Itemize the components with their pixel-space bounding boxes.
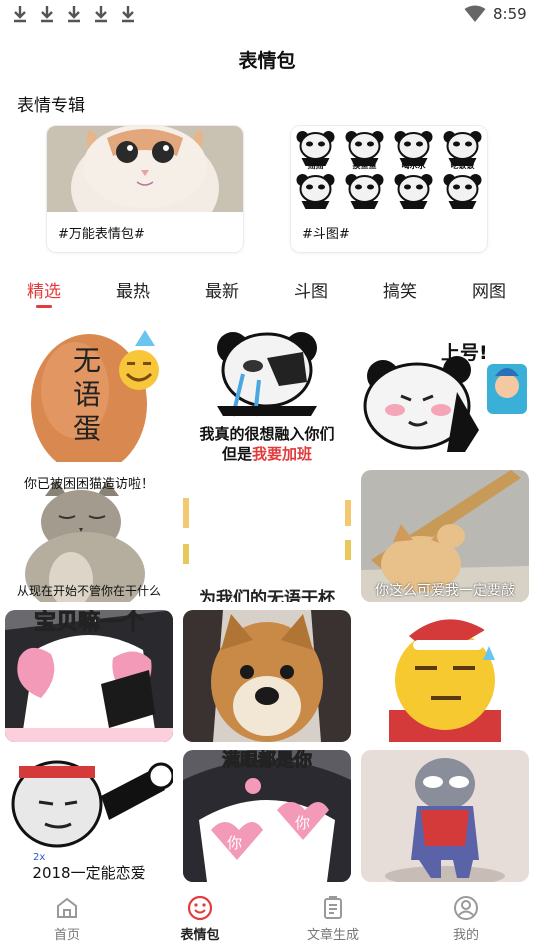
nav-label: 文章生成 [306, 928, 359, 943]
nav-label: 表情包 [180, 928, 220, 943]
sticker-speechless-egg[interactable]: 无语蛋 [5, 330, 173, 462]
sticker-caption: 2018一定能恋爱 [32, 864, 146, 882]
section-title-albums: 表情专辑 [17, 96, 85, 116]
sticker-cheers[interactable]: 为我们的无语干杯 [183, 470, 351, 602]
sticker-2018-love[interactable]: 2x 2018一定能恋爱 [5, 750, 173, 882]
tab-funny[interactable]: 搞笑 [370, 277, 430, 302]
status-bar: 8:59 [0, 0, 534, 30]
mini-panda-label: 摇摇 [308, 160, 324, 170]
sticker-ultraman[interactable] [361, 750, 529, 882]
nav-label: 我的 [452, 928, 479, 943]
tab-hottest[interactable]: 最热 [103, 277, 163, 302]
sticker-want-to-fit-in[interactable]: 我真的很想融入你们 但是我要加班 [183, 330, 351, 462]
egg-caption: 无语蛋 [73, 344, 102, 445]
sticker-caption-line2: 但是我要加班 [183, 443, 351, 462]
tab-indicator [36, 305, 52, 308]
ultraman-image [361, 750, 529, 882]
album-cover-panda-grid: 摇摇 摸鱼鱼 喝水水 吃饭饭 [291, 126, 487, 212]
album-card-universal[interactable]: #万能表情包# [47, 126, 243, 252]
download-icon [41, 6, 53, 23]
download-icon [95, 6, 107, 23]
nav-profile[interactable]: 我的 [416, 895, 516, 943]
document-icon [324, 896, 342, 919]
tab-newest[interactable]: 最新 [192, 277, 252, 302]
album-label: #斗图# [302, 227, 350, 242]
album-card-doutu[interactable]: 摇摇 摸鱼鱼 喝水水 吃饭饭 #斗图# [291, 126, 487, 252]
sticker-caption-top: 你已被困困猫造访啦！ [23, 477, 154, 492]
sticker-caption-top: 宝贝嘛一个 [33, 610, 144, 636]
album-cover-cat [47, 126, 243, 212]
nav-label: 首页 [53, 928, 80, 943]
nav-stickers[interactable]: 表情包 [150, 895, 250, 943]
home-icon [57, 897, 77, 918]
sticker-caption: 你这么可爱我一定要敲 [375, 583, 515, 599]
wifi-icon [464, 5, 486, 22]
heart-text: 你 [227, 834, 243, 852]
sticker-caption: 上号! [441, 342, 488, 364]
mini-panda-label: 摸鱼鱼 [353, 160, 377, 170]
sticker-kuromi-kiss[interactable]: 宝贝嘛一个 [5, 610, 173, 742]
download-icon [68, 6, 80, 23]
tab-featured[interactable]: 精选 [14, 277, 74, 302]
category-tabs: 精选 最热 最新 斗图 搞笑 网图 [0, 277, 534, 307]
bottom-nav: 首页 表情包 文章生成 我的 [0, 885, 534, 949]
sticker-caption-bottom: 为我们的无语干杯 [199, 589, 335, 602]
christmas-emoji-image [361, 610, 529, 742]
sticker-eyes-full-of-you[interactable]: 满眼都是你 你 你 [183, 750, 351, 882]
nav-article-generator[interactable]: 文章生成 [283, 895, 383, 943]
sticker-christmas-emoji[interactable] [361, 610, 529, 742]
sticker-sleepy-cat[interactable]: 你已被困困猫造访啦！ 从现在开始不管你在干什么 [5, 470, 173, 602]
cheers-image [183, 470, 351, 602]
user-icon [454, 896, 478, 920]
heart-text: 你 [295, 814, 311, 832]
sticker-caption-line1: 我真的很想融入你们 [199, 425, 335, 443]
page-title: 表情包 [238, 50, 296, 72]
sticker-grid: 无语蛋 我真的很想融入你们 但是我要加班 上号! 你已被困困猫造访啦！ 从现在开… [0, 328, 534, 884]
sticker-caption-bottom: 从现在开始不管你在干什么 [16, 584, 161, 598]
sticker-log-in[interactable]: 上号! [361, 330, 529, 462]
mini-panda-label: 喝水水 [402, 160, 427, 170]
clock: 8:59 [493, 5, 527, 23]
shiba-image [183, 610, 351, 742]
sticker-caption-top: 满眼都是你 [222, 750, 313, 772]
caption-highlight: 我要加班 [252, 445, 313, 462]
sticker-cute-doge[interactable]: 你这么可爱我一定要敲 [361, 470, 529, 602]
nav-home[interactable]: 首页 [17, 895, 117, 943]
notification-icons [12, 4, 136, 24]
mini-panda-label: 吃饭饭 [451, 160, 475, 170]
tab-web-images[interactable]: 网图 [459, 277, 519, 302]
caption-text: 但是 [221, 445, 252, 462]
tab-doutu[interactable]: 斗图 [281, 277, 341, 302]
download-icon [14, 6, 26, 23]
sticker-shiba[interactable] [183, 610, 351, 742]
album-label: #万能表情包# [58, 227, 145, 242]
download-icon [122, 6, 134, 23]
smile-icon [187, 895, 213, 921]
